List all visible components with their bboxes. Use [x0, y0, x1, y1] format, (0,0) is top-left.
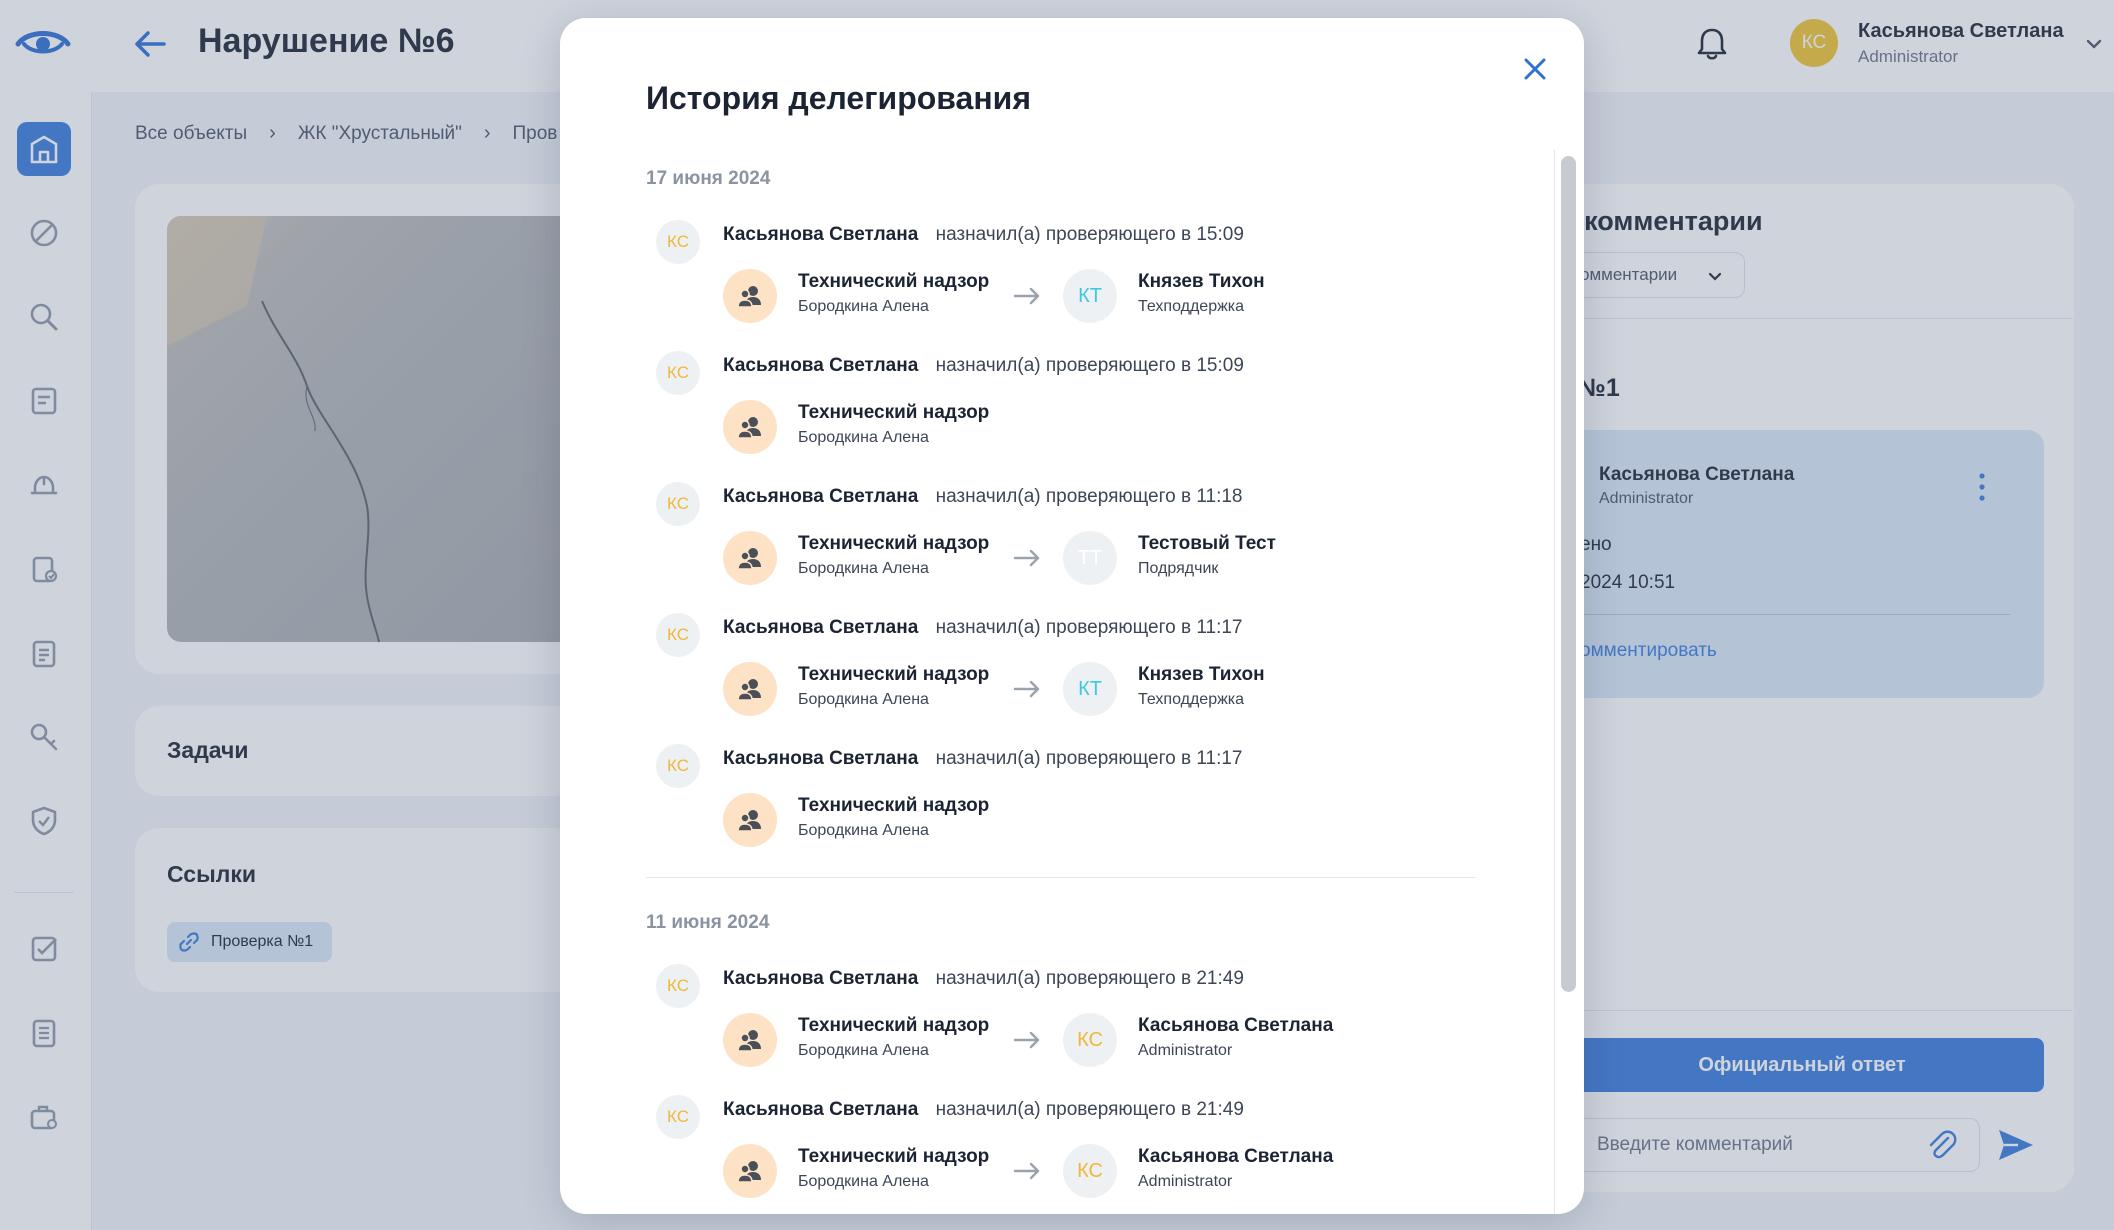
action-text: назначил(а) проверяющего в 11:17 [935, 748, 1243, 769]
from-name: Бородкина Алена [798, 429, 929, 446]
actor-name: Касьянова Светлана [723, 968, 919, 989]
history-entry: КС Касьянова Светлана назначил(а) провер… [646, 605, 1476, 736]
group-divider [646, 877, 1476, 878]
to-role: Подрядчик [1138, 560, 1219, 577]
from-role: Технический надзор [798, 271, 990, 292]
history-group-date: 17 июня 2024 [646, 168, 771, 189]
user-group-icon [737, 810, 761, 832]
history-group-date: 11 июня 2024 [646, 912, 770, 933]
from-name: Бородкина Алена [798, 298, 929, 315]
arrow-right-icon [1013, 549, 1040, 567]
action-text: назначил(а) проверяющего в 21:49 [935, 1099, 1244, 1120]
to-name: Князев Тихон [1138, 664, 1265, 685]
action-text: назначил(а) проверяющего в 11:18 [935, 486, 1243, 507]
history-entry-text: Касьянова Светлана назначил(а) проверяющ… [723, 968, 1244, 990]
from-role-avatar [723, 400, 777, 454]
scrollbar-track [1554, 150, 1555, 1214]
user-group-icon [737, 548, 761, 570]
to-role: Техподдержка [1138, 691, 1245, 708]
actor-name: Касьянова Светлана [723, 617, 919, 638]
user-group-icon [737, 679, 761, 701]
from-role: Технический надзор [798, 402, 990, 423]
from-role-avatar [723, 1144, 777, 1198]
history-entry-text: Касьянова Светлана назначил(а) проверяющ… [723, 617, 1243, 639]
actor-avatar: КС [656, 613, 700, 657]
scrollbar-thumb[interactable] [1561, 156, 1576, 992]
history-entry: КС Касьянова Светлана назначил(а) провер… [646, 474, 1476, 605]
arrow-right-icon [1013, 1162, 1040, 1180]
delegation-history-modal: История делегирования 17 июня 2024 КС Ка… [560, 18, 1584, 1214]
history-entry: КС Касьянова Светлана назначил(а) провер… [646, 343, 1476, 474]
to-role: Administrator [1138, 1173, 1233, 1190]
from-name: Бородкина Алена [798, 691, 929, 708]
to-role: Техподдержка [1138, 298, 1245, 315]
from-name: Бородкина Алена [798, 1173, 929, 1190]
from-role-avatar [723, 662, 777, 716]
actor-name: Касьянова Светлана [723, 224, 919, 245]
actor-avatar: КС [656, 482, 700, 526]
history-entry: КС Касьянова Светлана назначил(а) провер… [646, 956, 1476, 1087]
from-role-avatar [723, 269, 777, 323]
history-entry-text: Касьянова Светлана назначил(а) проверяющ… [723, 1099, 1244, 1121]
modal-title: История делегирования [646, 80, 1031, 116]
from-name: Бородкина Алена [798, 1042, 929, 1059]
history-entry-text: Касьянова Светлана назначил(а) проверяющ… [723, 355, 1244, 377]
actor-name: Касьянова Светлана [723, 355, 919, 376]
actor-name: Касьянова Светлана [723, 486, 919, 507]
history-entry: КС Касьянова Светлана назначил(а) провер… [646, 736, 1476, 867]
from-role: Технический надзор [798, 1015, 990, 1036]
from-role: Технический надзор [798, 795, 990, 816]
history-entry-text: Касьянова Светлана назначил(а) проверяющ… [723, 224, 1244, 246]
from-name: Бородкина Алена [798, 822, 929, 839]
delegation-history-list: 17 июня 2024 КС Касьянова Светлана назна… [646, 168, 1476, 1214]
action-text: назначил(а) проверяющего в 15:09 [935, 355, 1244, 376]
actor-avatar: КС [656, 744, 700, 788]
history-entry: КС Касьянова Светлана назначил(а) провер… [646, 212, 1476, 343]
from-role-avatar [723, 1013, 777, 1067]
to-name: Тестовый Тест [1138, 533, 1276, 554]
action-text: назначил(а) проверяющего в 15:09 [935, 224, 1244, 245]
to-avatar: КС [1063, 1144, 1117, 1198]
to-name: Касьянова Светлана [1138, 1146, 1334, 1167]
from-role-avatar [723, 793, 777, 847]
from-role-avatar [723, 531, 777, 585]
user-group-icon [737, 417, 761, 439]
arrow-right-icon [1013, 1031, 1040, 1049]
from-name: Бородкина Алена [798, 560, 929, 577]
to-avatar: КТ [1063, 269, 1117, 323]
from-role: Технический надзор [798, 664, 990, 685]
user-group-icon [737, 286, 761, 308]
actor-avatar: КС [656, 220, 700, 264]
actor-name: Касьянова Светлана [723, 748, 919, 769]
arrow-right-icon [1013, 287, 1040, 305]
action-text: назначил(а) проверяющего в 21:49 [935, 968, 1244, 989]
history-entry: КС Касьянова Светлана назначил(а) провер… [646, 1087, 1476, 1214]
user-group-icon [737, 1030, 761, 1052]
action-text: назначил(а) проверяющего в 11:17 [935, 617, 1243, 638]
actor-avatar: КС [656, 1095, 700, 1139]
to-name: Князев Тихон [1138, 271, 1265, 292]
from-role: Технический надзор [798, 533, 990, 554]
user-group-icon [737, 1161, 761, 1183]
actor-name: Касьянова Светлана [723, 1099, 919, 1120]
actor-avatar: КС [656, 964, 700, 1008]
arrow-right-icon [1013, 680, 1040, 698]
actor-avatar: КС [656, 351, 700, 395]
from-role: Технический надзор [798, 1146, 990, 1167]
to-avatar: ТТ [1063, 531, 1117, 585]
to-avatar: КС [1063, 1013, 1117, 1067]
history-entry-text: Касьянова Светлана назначил(а) проверяющ… [723, 486, 1243, 508]
to-role: Administrator [1138, 1042, 1233, 1059]
close-icon[interactable] [1518, 52, 1552, 86]
history-entry-text: Касьянова Светлана назначил(а) проверяющ… [723, 748, 1243, 770]
to-name: Касьянова Светлана [1138, 1015, 1334, 1036]
to-avatar: КТ [1063, 662, 1117, 716]
